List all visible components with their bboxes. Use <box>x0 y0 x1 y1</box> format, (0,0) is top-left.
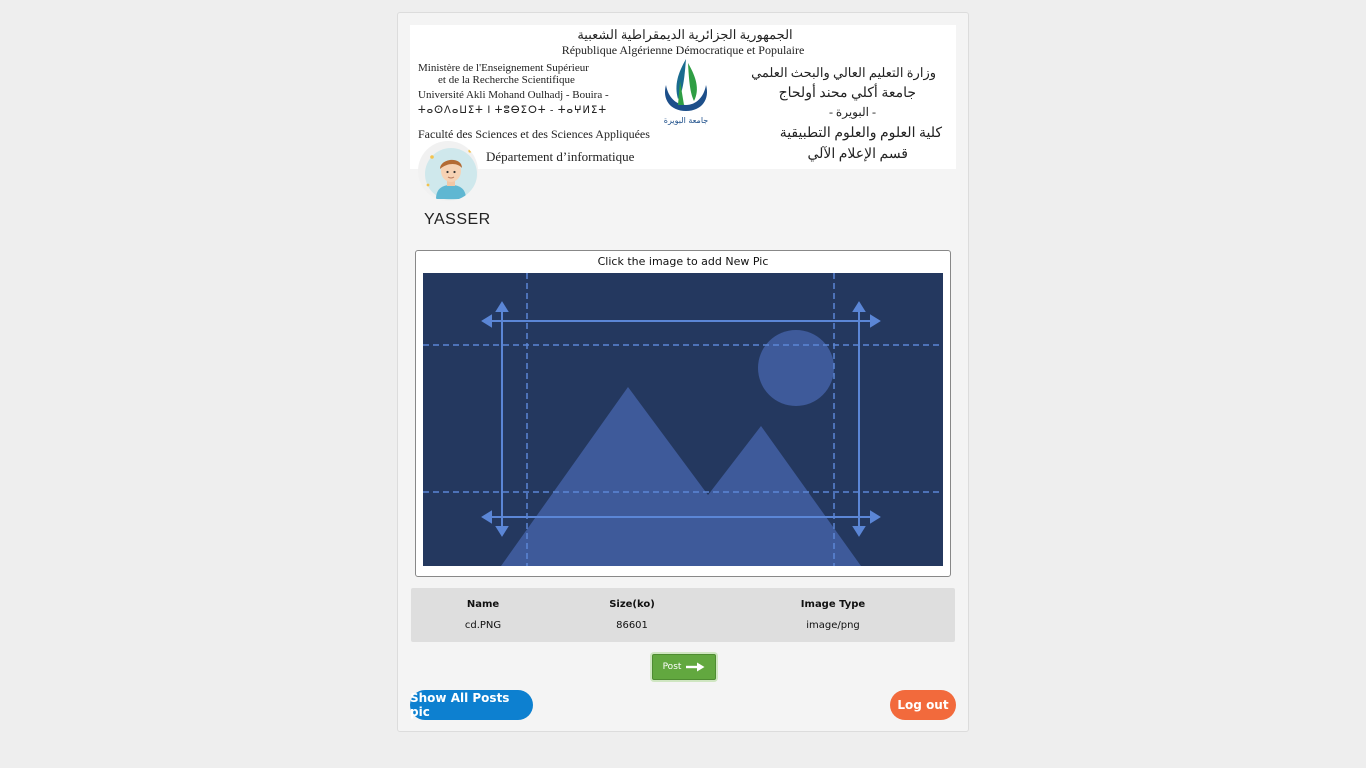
image-upload-button[interactable] <box>423 273 943 566</box>
banner-tifinagh-line: ⵜⴰⵙⴷⴰⵡⵉⵜ ⵏ ⵜⵓⴱⵉⵔⵜ - ⵜⴰⵖⵍⵉⵜ <box>418 105 608 116</box>
banner-faculty-arabic: كلية العلوم والعلوم التطبيقية <box>779 126 942 141</box>
image-placeholder-icon <box>423 273 943 566</box>
file-type-value: image/png <box>806 620 860 631</box>
banner-department-arabic: قسم الإعلام الآلي <box>807 147 908 162</box>
banner-university-line: Université Akli Mohand Oulhadj - Bouira … <box>418 89 609 101</box>
file-name-value: cd.PNG <box>464 620 502 631</box>
banner-city-arabic: - البويرة - <box>828 105 876 119</box>
profile-card: الجمهورية الجزائرية الديمقراطية الشعبية … <box>397 12 969 732</box>
banner-research-line: et de la Recherche Scientifique <box>438 74 575 86</box>
banner-department-line: Département d’informatique <box>486 149 635 164</box>
banner-ministry-arabic: وزارة التعليم العالي والبحث العلمي <box>751 65 936 80</box>
university-banner: الجمهورية الجزائرية الديمقراطية الشعبية … <box>410 25 956 169</box>
table-header-name: Name <box>466 599 500 610</box>
file-size-value: 86601 <box>616 620 648 631</box>
logout-button[interactable]: Log out <box>890 690 956 720</box>
show-all-posts-button[interactable]: Show All Posts pic <box>410 690 533 720</box>
file-info-table: Name Size(ko) Image Type cd.PNG 86601 im… <box>411 588 955 642</box>
arrow-right-icon <box>686 662 705 672</box>
table-header-type: Image Type <box>800 599 866 610</box>
user-avatar-icon <box>425 148 477 200</box>
upload-caption: Click the image to add New Pic <box>597 255 769 268</box>
svg-text:جامعة البويرة: جامعة البويرة <box>664 116 708 125</box>
table-header-size: Size(ko) <box>609 599 655 610</box>
post-button[interactable]: Post <box>652 654 716 680</box>
image-upload-panel: Click the image to add New Pic <box>415 250 951 577</box>
banner-university-arabic: جامعة أكلي محند أولحاج <box>778 86 916 101</box>
user-avatar <box>418 141 478 201</box>
username-heading: YASSER <box>424 211 491 228</box>
banner-faculty-line: Faculté des Sciences et des Sciences App… <box>418 127 650 141</box>
banner-ministry-line: Ministère de l'Enseignement Supérieur <box>418 62 589 74</box>
banner-arabic-title: الجمهورية الجزائرية الديمقراطية الشعبية <box>577 27 793 42</box>
post-button-label: Post <box>662 662 682 672</box>
university-logo-icon: جامعة البويرة <box>664 59 708 125</box>
